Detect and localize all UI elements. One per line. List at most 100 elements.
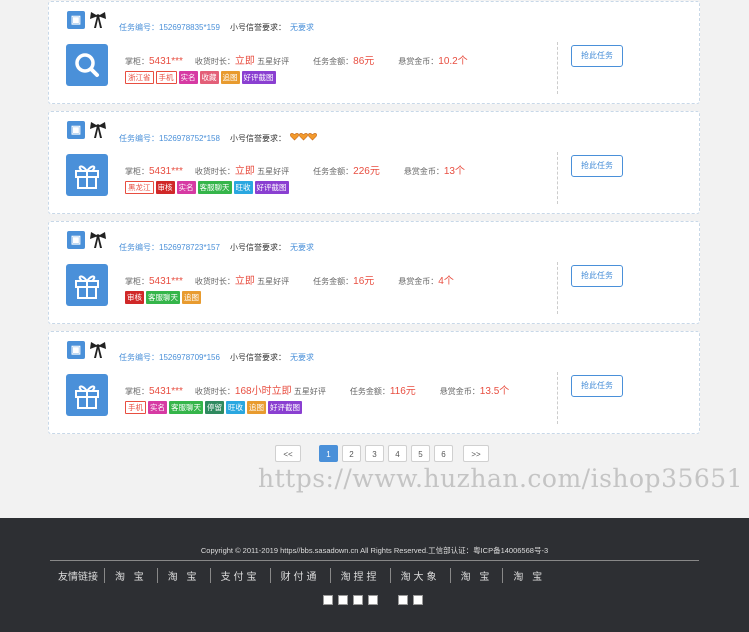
rating-text: 五星好评 [293,387,326,396]
task-number: 任务编号：1526978752*158 [119,134,220,143]
reward-value: 10.2个 [438,56,468,67]
reward-value: 13个 [443,166,465,177]
credit-requirement-value: 无要求 [289,23,314,32]
reward-value: 13.5个 [479,386,510,397]
task-card: ▣ 任务编号：1526978835*159 小号信誉要求： 无要求 掌柜：5431***… [48,1,700,104]
friend-link[interactable]: 淘 宝 [502,568,555,583]
reward-label: 悬赏金币： [403,167,444,176]
footer-badges [323,595,423,605]
task-tag: 实名 [178,71,198,84]
broken-image-icon[interactable] [353,595,363,605]
task-tag: 停留 [205,401,224,414]
task-info: 掌柜：5431*** 收货时长：立即 五星好评 任务金额：16元 悬赏金币：4个 [125,272,454,287]
credit-requirement-label: 小号信誉要求： [229,23,286,32]
task-tag: 实名 [148,401,167,414]
task-info: 掌柜：5431*** 收货时长：168小时立即 五星好评 任务金额：116元 悬赏金币… [125,382,509,397]
duration-label: 收货时长： [194,387,235,396]
bow-icon [89,11,107,29]
grab-task-button[interactable]: 抢此任务 [571,375,623,397]
broken-image-icon[interactable] [413,595,423,605]
friend-link[interactable]: 淘 宝 [156,568,210,583]
card-divider [557,372,558,424]
shopkeeper-name: 5431*** [149,386,183,397]
gift-icon [66,154,108,196]
duration-value: 立即 [234,166,255,177]
task-tag: 追图 [247,401,266,414]
footer-divider [50,560,699,561]
task-info: 掌柜：5431*** 收货时长：立即 五星好评 任务金额：226元 悬赏金币：13个 [125,162,465,177]
gift-icon [66,374,108,416]
page-1[interactable]: 1 [319,445,338,462]
credit-requirement-label: 小号信誉要求： [229,353,286,362]
page-4[interactable]: 4 [388,445,407,462]
page-next[interactable]: >> [463,445,489,462]
broken-image-icon[interactable] [368,595,378,605]
broken-image-icon[interactable] [338,595,348,605]
broken-image-icon[interactable] [323,595,333,605]
task-card: ▣ 任务编号：1526978723*157 小号信誉要求： 无要求 掌柜：5431***… [48,221,700,324]
friend-link[interactable]: 支付宝 [209,568,270,583]
friend-link[interactable]: 淘大象 [389,568,450,583]
reward-label: 悬赏金币： [398,57,439,66]
shop-type-icon: ▣ [67,121,85,139]
shop-badges: ▣ [67,231,107,249]
rating-text: 五星好评 [257,277,290,286]
duration-value: 立即 [234,276,255,287]
bow-icon [89,121,107,139]
friend-link[interactable]: 淘 宝 [104,568,157,583]
credit-hearts [290,133,317,143]
amount-label: 任务金额： [313,57,354,66]
grab-task-button[interactable]: 抢此任务 [571,265,623,287]
page-6[interactable]: 6 [434,445,453,462]
page-3[interactable]: 3 [365,445,384,462]
shopkeeper-name: 5431*** [149,276,183,287]
friend-link[interactable]: 淘 宝 [449,568,503,583]
task-tag: 审核 [155,181,175,194]
amount-value: 16元 [353,276,375,287]
bow-icon [89,341,107,359]
heart-icon [299,133,308,143]
shop-badges: ▣ [67,121,107,139]
amount-label: 任务金额： [313,277,354,286]
shopkeeper-label: 掌柜： [125,57,149,66]
task-tag: 手机 [125,401,146,414]
grab-task-button[interactable]: 抢此任务 [571,45,623,67]
heart-icon [290,133,299,143]
broken-image-icon[interactable] [398,595,408,605]
shop-badges: ▣ [67,11,107,29]
task-card: ▣ 任务编号：1526978752*158 小号信誉要求： 掌柜：5431*** 收货时… [48,111,700,214]
amount-label: 任务金额： [313,167,354,176]
friend-link[interactable]: 淘捏捏 [329,568,390,583]
page-5[interactable]: 5 [411,445,430,462]
grab-task-button[interactable]: 抢此任务 [571,155,623,177]
task-tag: 手机 [155,71,177,84]
friend-link[interactable]: 财付通 [269,568,330,583]
rating-text: 五星好评 [257,57,290,66]
task-number: 任务编号：1526978723*157 [119,243,220,252]
task-tag: 旺收 [226,401,245,414]
duration-value: 立即 [234,56,255,67]
watermark-text: https://www.huzhan.com/ishop35651 [258,464,744,493]
shopkeeper-label: 掌柜： [125,277,149,286]
task-tag: 追图 [220,71,240,84]
credit-requirement-value: 无要求 [289,353,314,362]
task-number-row: 任务编号：1526978752*158 小号信誉要求： [119,132,317,144]
task-tag: 客服聊天 [197,181,232,194]
task-number: 任务编号：1526978835*159 [119,23,220,32]
amount-value: 86元 [353,56,375,67]
task-info: 掌柜：5431*** 收货时长：立即 五星好评 任务金额：86元 悬赏金币：10.2个 [125,52,468,67]
shop-type-icon: ▣ [67,11,85,29]
task-card: ▣ 任务编号：1526978709*156 小号信誉要求： 无要求 掌柜：5431***… [48,331,700,434]
duration-label: 收货时长： [194,167,235,176]
task-tag: 好评截图 [268,401,302,414]
friend-links: 友情链接 淘 宝淘 宝支付宝 财付通 淘捏捏 淘大象淘 宝淘 宝 [58,568,555,583]
task-tags: 黑龙江 审核 实名 客服聊天 旺收 好评截图 [125,181,289,194]
shopkeeper-label: 掌柜： [125,167,149,176]
page-prev[interactable]: << [275,445,301,462]
bow-icon [89,231,107,249]
page-2[interactable]: 2 [342,445,361,462]
task-tags: 审核 客服聊天 追图 [125,291,201,304]
reward-label: 悬赏金币： [439,387,480,396]
credit-requirement-label: 小号信誉要求： [229,134,286,143]
duration-value: 168小时立即 [234,386,292,397]
